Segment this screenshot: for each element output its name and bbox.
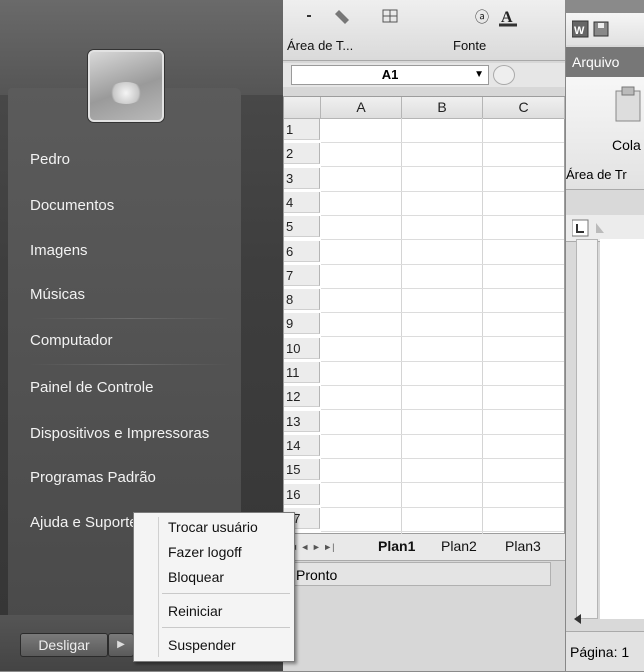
chevron-down-icon[interactable]: ▼ — [474, 66, 484, 84]
word-ribbon-group-clipboard[interactable]: Área de Tr — [566, 167, 627, 182]
svg-text:W: W — [574, 25, 585, 37]
menu-item-reiniciar[interactable]: Reiniciar — [168, 603, 222, 619]
start-item-musicas[interactable]: Músicas — [30, 286, 85, 303]
grid-line — [321, 263, 564, 265]
status-bar: Pronto — [291, 562, 551, 586]
grid-line — [321, 409, 564, 411]
formula-bar: A1 ▼ — [283, 63, 565, 87]
grid-line — [321, 142, 564, 143]
word-ribbon: Cola Área de Tr — [566, 77, 644, 190]
start-item-documentos[interactable]: Documentos — [30, 197, 114, 214]
tab-arquivo[interactable]: Arquivo — [566, 47, 644, 77]
column-header-c[interactable]: C — [483, 97, 565, 119]
row-header[interactable]: 8 — [284, 289, 320, 311]
user-avatar[interactable] — [88, 50, 164, 122]
grid-line — [321, 166, 564, 168]
document-page[interactable] — [600, 239, 644, 619]
menu-separator — [162, 593, 290, 594]
grid-line — [401, 118, 402, 538]
grid-line — [321, 360, 564, 362]
row-header[interactable]: 3 — [284, 167, 320, 189]
grid-line — [321, 312, 564, 314]
word-title-bar: W — [566, 13, 644, 45]
menu-item-trocar-usuario[interactable]: Trocar usuário — [168, 519, 258, 535]
start-item-pedro[interactable]: Pedro — [30, 151, 70, 168]
row-header[interactable]: 1 — [284, 119, 320, 140]
start-item-ajuda-e-suporte[interactable]: Ajuda e Suporte — [30, 514, 138, 531]
tab-plan1[interactable]: Plan1 — [378, 538, 415, 554]
ribbon-group-clipboard[interactable]: Área de T... — [287, 38, 353, 53]
column-header-b[interactable]: B — [402, 97, 483, 119]
column-header-a[interactable]: A — [321, 97, 402, 119]
menu-item-fazer-logoff[interactable]: Fazer logoff — [168, 544, 242, 560]
grid-line — [321, 457, 564, 459]
paste-icon[interactable] — [614, 85, 644, 123]
shutdown-options-arrow-icon[interactable]: ▶ — [108, 633, 134, 657]
tab-plan2[interactable]: Plan2 — [441, 538, 477, 554]
row-header[interactable]: 11 — [284, 362, 320, 383]
select-all-corner[interactable] — [284, 97, 321, 119]
row-header[interactable]: 10 — [284, 337, 320, 359]
ribbon-format-icons[interactable] — [303, 6, 413, 28]
grid-line — [321, 433, 564, 435]
start-item-programas-padrao[interactable]: Programas Padrão — [30, 469, 156, 486]
grid-line — [321, 190, 564, 192]
tab-plan3[interactable]: Plan3 — [505, 538, 541, 554]
row-header[interactable]: 4 — [284, 191, 320, 213]
menu-separator — [162, 627, 290, 628]
power-options-menu: Trocar usuário Fazer logoff Bloquear Rei… — [133, 512, 295, 662]
separator — [30, 318, 230, 319]
row-header[interactable]: 6 — [284, 240, 320, 262]
start-item-painel-de-controle[interactable]: Painel de Controle — [30, 379, 153, 396]
start-item-imagens[interactable]: Imagens — [30, 242, 88, 259]
svg-text:A: A — [501, 9, 513, 26]
grid-line — [321, 482, 564, 484]
start-item-computador[interactable]: Computador — [30, 332, 113, 349]
row-header[interactable]: 15 — [284, 459, 320, 481]
word-status-bar: Página: 1 — [566, 631, 644, 671]
grid-line — [321, 385, 564, 386]
grid-line — [321, 239, 564, 241]
shutdown-button[interactable]: Desligar — [20, 633, 108, 657]
grid-line — [321, 287, 564, 289]
excel-window: ⓐ A Área de T... Fonte A1 ▼ A B C 123456… — [283, 0, 565, 671]
word-window: W Arquivo Cola Área de Tr Página: 1 — [565, 13, 644, 671]
row-header[interactable]: 13 — [284, 410, 320, 432]
formula-button[interactable] — [493, 65, 515, 85]
grid-line — [321, 214, 564, 216]
word-app-icon[interactable]: W — [572, 19, 632, 39]
row-header[interactable]: 5 — [284, 216, 320, 238]
row-header[interactable]: 9 — [284, 313, 320, 335]
row-header[interactable]: 7 — [284, 264, 320, 286]
name-box-value: A1 — [381, 67, 399, 82]
name-box[interactable]: A1 ▼ — [291, 65, 489, 85]
grid-line — [321, 336, 564, 338]
font-color-icon[interactable]: ⓐ A — [473, 6, 533, 28]
spreadsheet-grid[interactable]: A B C 1234567891011121314151617 — [283, 96, 565, 538]
sheet-tabs-bar: ◄ ◄ ► ►| Plan1 Plan2 Plan3 — [283, 534, 565, 561]
row-header[interactable]: 16 — [284, 483, 320, 505]
flower-icon — [108, 82, 144, 104]
excel-ribbon: ⓐ A Área de T... Fonte — [283, 0, 565, 61]
tab-selector-icon[interactable] — [572, 219, 632, 237]
separator — [30, 364, 230, 365]
svg-text:ⓐ: ⓐ — [475, 9, 489, 25]
menu-item-suspender[interactable]: Suspender — [168, 637, 236, 653]
row-header[interactable]: 2 — [284, 143, 320, 165]
scroll-left-arrow-icon[interactable] — [572, 613, 584, 625]
vertical-ruler[interactable] — [576, 239, 598, 619]
row-header[interactable]: 14 — [284, 434, 320, 456]
grid-line — [321, 530, 564, 532]
paste-label[interactable]: Cola — [612, 137, 641, 153]
horizontal-ruler[interactable] — [566, 215, 644, 242]
sheet-nav-arrows-icon[interactable]: ◄ ◄ ► ►| — [289, 542, 334, 552]
start-item-dispositivos-e-impressoras[interactable]: Dispositivos e Impressoras — [30, 425, 209, 442]
menu-item-bloquear[interactable]: Bloquear — [168, 569, 224, 585]
ribbon-group-font[interactable]: Fonte — [453, 38, 486, 53]
row-header[interactable]: 12 — [284, 386, 320, 408]
grid-line — [482, 118, 483, 538]
grid-line — [321, 506, 564, 508]
